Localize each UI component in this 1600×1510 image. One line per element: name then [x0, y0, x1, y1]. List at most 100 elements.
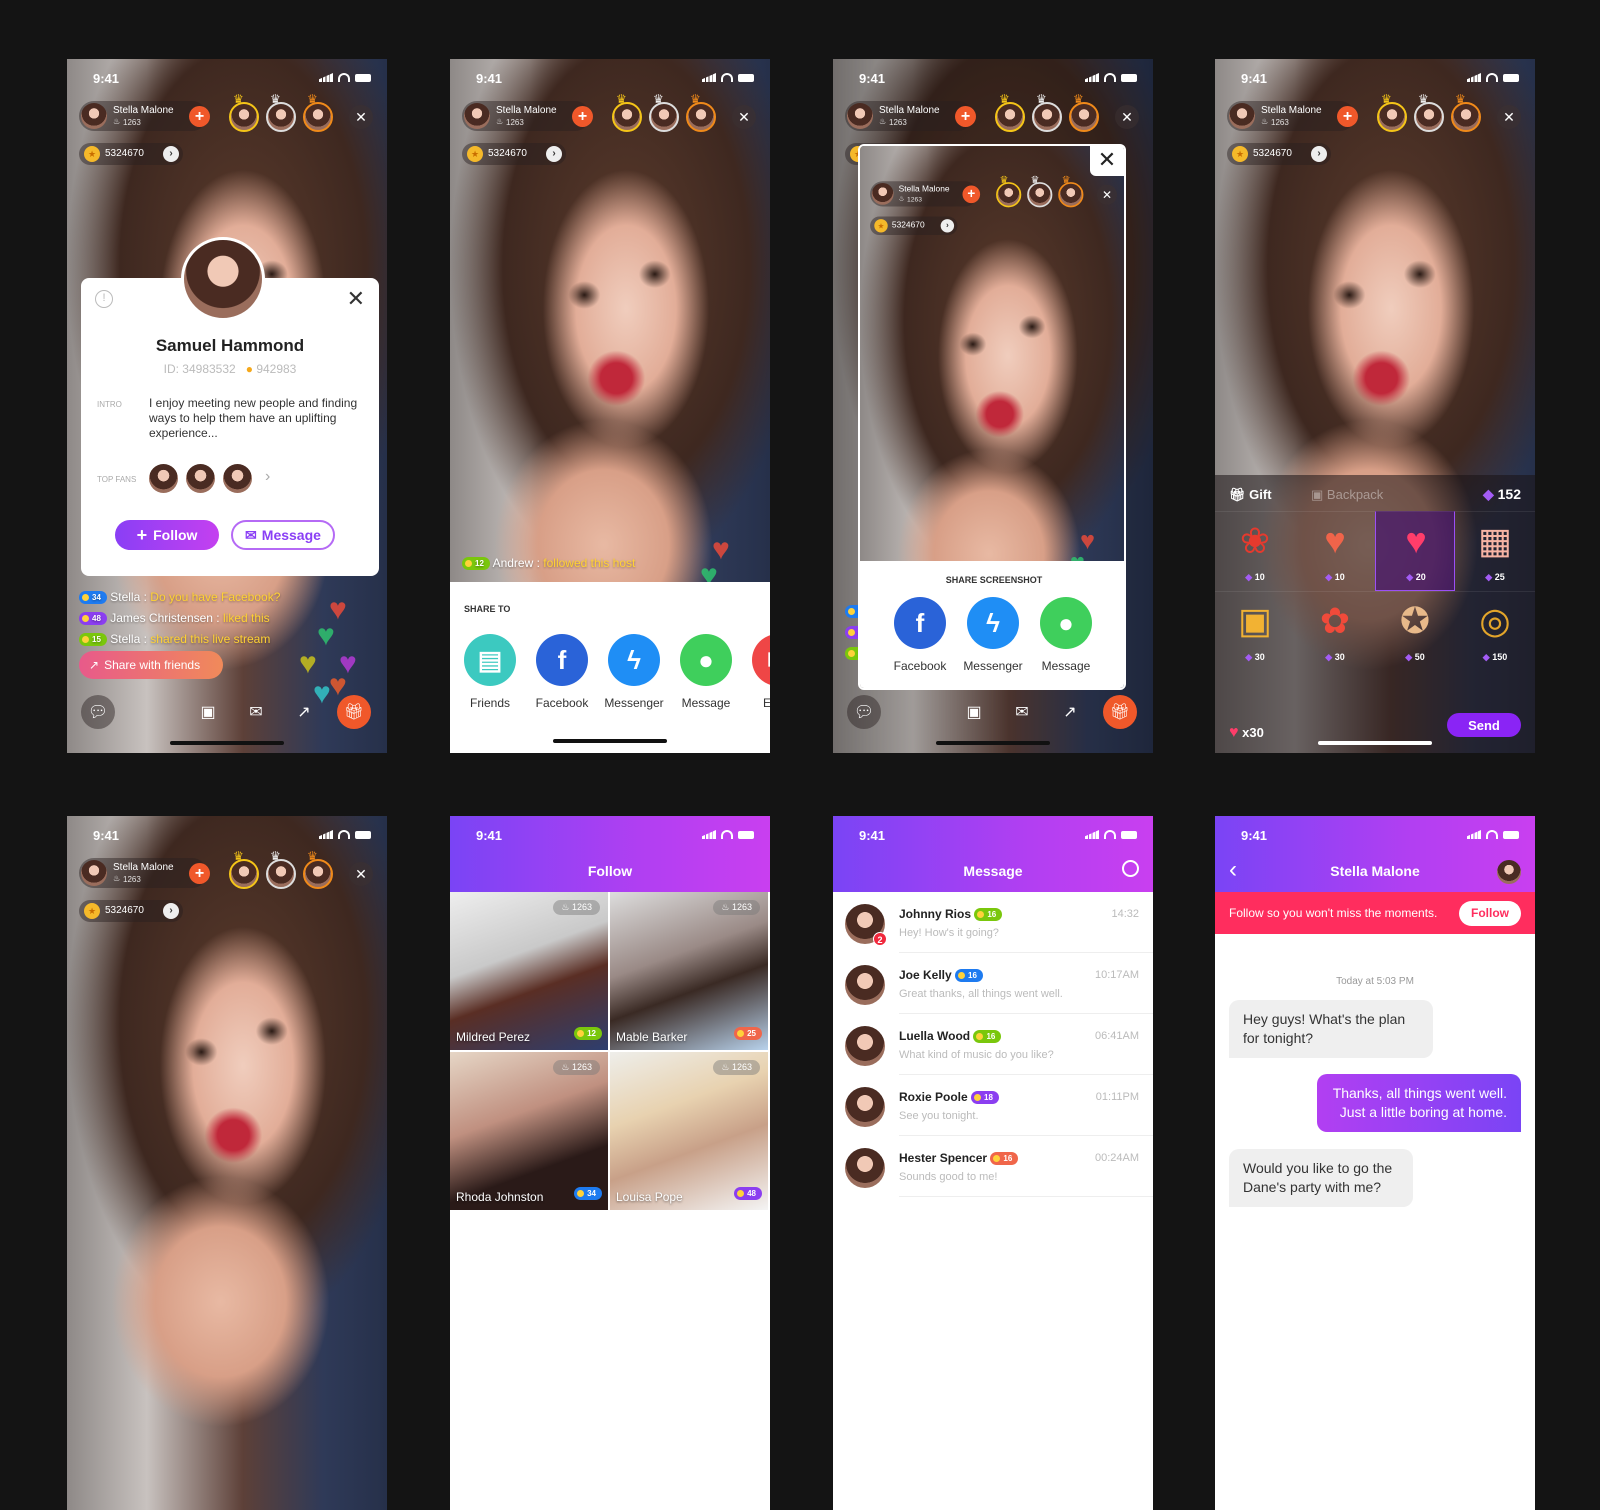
follow-host-button[interactable]: +: [189, 106, 210, 127]
facebook-share-button[interactable]: f: [894, 597, 946, 649]
coins-pill[interactable]: ★ 5324670 ›: [1227, 143, 1331, 165]
close-screenshot-button[interactable]: ✕: [1090, 144, 1124, 176]
share-button[interactable]: ↗: [1053, 695, 1087, 729]
gift-item[interactable]: ♥ ◆ 20: [1375, 511, 1455, 591]
top-fan-avatar[interactable]: ♛: [229, 92, 259, 132]
message-bubble-share-button[interactable]: ●: [1040, 597, 1092, 649]
conversation-row[interactable]: Joe Kelly 16 10:17AM Great thanks, all t…: [833, 953, 1153, 1014]
coins-pill[interactable]: ★ 5324670 ›: [462, 143, 566, 165]
top-fan-avatar[interactable]: ♛: [266, 92, 296, 132]
share-icon: ↗: [89, 658, 100, 672]
mail-button[interactable]: ✉: [1005, 695, 1039, 729]
host-info[interactable]: Stella Malone ♨ 1263: [870, 181, 978, 207]
close-live-button[interactable]: ✕: [349, 862, 373, 886]
conversation-row[interactable]: Roxie Poole 18 01:11PM See you tonight.: [833, 1075, 1153, 1136]
host-info[interactable]: Stella Malone ♨ 1263: [79, 858, 207, 888]
follow-host-button[interactable]: +: [189, 863, 210, 884]
gift-item[interactable]: ❀ ◆ 10: [1215, 511, 1295, 591]
messenger-share-button[interactable]: ϟ: [608, 634, 660, 686]
message-bubble-share-button[interactable]: ●: [680, 634, 732, 686]
tab-gift[interactable]: 🎁︎ Gift: [1229, 487, 1272, 503]
camera-button[interactable]: ▣: [191, 695, 225, 729]
top-fan-avatar[interactable]: [223, 464, 252, 493]
top-fan-avatar[interactable]: ♛: [1377, 92, 1407, 132]
streamer-card[interactable]: ♨ 1263 Mildred Perez 12: [450, 892, 608, 1050]
top-fan-avatar[interactable]: ♛: [303, 849, 333, 889]
host-info[interactable]: Stella Malone ♨ 1263: [845, 101, 973, 131]
close-live-button[interactable]: ✕: [1115, 105, 1139, 129]
follow-button[interactable]: + Follow: [115, 520, 219, 550]
contact-avatar[interactable]: [1497, 860, 1521, 884]
gift-item[interactable]: ✿ ◆ 30: [1295, 591, 1375, 671]
contacts-share-button[interactable]: ▤: [464, 634, 516, 686]
comment-text: shared this live stream: [150, 632, 271, 646]
conversation-row[interactable]: Hester Spencer 16 00:24AM Sounds good to…: [833, 1136, 1153, 1197]
top-fan-avatar[interactable]: ♛: [1414, 92, 1444, 132]
search-icon[interactable]: [1122, 860, 1139, 877]
top-fan-avatar[interactable]: ♛: [649, 92, 679, 132]
gift-button[interactable]: 🎁︎: [337, 695, 371, 729]
close-icon[interactable]: ✕: [347, 286, 365, 312]
top-fan-avatar[interactable]: [186, 464, 215, 493]
gift-item[interactable]: ◎ ◆ 150: [1455, 591, 1535, 671]
profile-card: ! ✕ Samuel Hammond ID: 34983532 ● 942983…: [81, 278, 379, 576]
share-with-friends-button[interactable]: ↗ Share with friends: [79, 651, 223, 679]
streamer-card[interactable]: ♨ 1263 Louisa Pope 48: [610, 1052, 768, 1210]
top-fan-avatar[interactable]: ♛: [612, 92, 642, 132]
top-fan-avatar[interactable]: ♛: [229, 849, 259, 889]
top-fan-avatar[interactable]: ♛: [266, 849, 296, 889]
message-button[interactable]: ✉ Message: [231, 520, 335, 550]
close-live-button[interactable]: ✕: [732, 105, 756, 129]
banner-follow-button[interactable]: Follow: [1459, 901, 1521, 926]
send-gift-button[interactable]: Send: [1447, 713, 1521, 737]
gift-button[interactable]: 🎁︎: [1103, 695, 1137, 729]
top-fan-avatar[interactable]: ♛: [303, 92, 333, 132]
conversation-row[interactable]: 2 Johnny Rios 16 14:32 Hey! How's it goi…: [833, 892, 1153, 953]
follow-host-button[interactable]: +: [955, 106, 976, 127]
tab-backpack[interactable]: ▣ Backpack: [1311, 487, 1383, 503]
back-chevron-icon[interactable]: ‹: [1229, 856, 1237, 884]
facebook-share-button[interactable]: f: [536, 634, 588, 686]
close-live-button[interactable]: ✕: [1096, 184, 1118, 205]
rose-icon: ❀: [1239, 520, 1271, 561]
chat-input-button[interactable]: 💬︎: [81, 695, 115, 729]
email-share-button[interactable]: ✉: [752, 634, 770, 686]
close-live-button[interactable]: ✕: [1497, 105, 1521, 129]
chat-input-button[interactable]: 💬︎: [847, 695, 881, 729]
follow-host-button[interactable]: +: [1337, 106, 1358, 127]
coins-pill[interactable]: ★ 5324670 ›: [870, 216, 958, 236]
gift-item[interactable]: ▦ ◆ 25: [1455, 511, 1535, 591]
conversation-row[interactable]: Luella Wood 16 06:41AM What kind of musi…: [833, 1014, 1153, 1075]
mail-button[interactable]: ✉: [239, 695, 273, 729]
gift-item[interactable]: ♥ ◆ 10: [1295, 511, 1375, 591]
close-live-button[interactable]: ✕: [349, 105, 373, 129]
host-info[interactable]: Stella Malone ♨ 1263: [1227, 101, 1355, 131]
host-info[interactable]: Stella Malone ♨ 1263: [462, 101, 590, 131]
chevron-right-icon[interactable]: ›: [265, 468, 270, 486]
battery-icon: [1121, 830, 1137, 839]
status-time: 9:41: [93, 828, 120, 843]
report-icon[interactable]: !: [95, 290, 113, 308]
streamer-card[interactable]: ♨ 1263 Rhoda Johnston 34: [450, 1052, 608, 1210]
messenger-share-button[interactable]: ϟ: [967, 597, 1019, 649]
top-fan-avatar[interactable]: ♛: [995, 92, 1025, 132]
follow-host-button[interactable]: +: [572, 106, 593, 127]
top-fan-avatar[interactable]: ♛: [1058, 174, 1084, 208]
follow-host-button[interactable]: +: [962, 185, 981, 204]
top-fan-avatar[interactable]: ♛: [1451, 92, 1481, 132]
gift-item[interactable]: ✪ ◆ 50: [1375, 591, 1455, 671]
coins-pill[interactable]: ★ 5324670 ›: [79, 900, 183, 922]
share-button[interactable]: ↗: [287, 695, 321, 729]
top-fan-avatar[interactable]: [149, 464, 178, 493]
streamer-card[interactable]: ♨ 1263 Mable Barker 25: [610, 892, 768, 1050]
gift-item[interactable]: ▣ ◆ 30: [1215, 591, 1295, 671]
coins-pill[interactable]: ★ 5324670 ›: [79, 143, 183, 165]
top-fan-avatar[interactable]: ♛: [1069, 92, 1099, 132]
top-fan-avatar[interactable]: ♛: [1032, 92, 1062, 132]
host-info[interactable]: Stella Malone ♨ 1263: [79, 101, 207, 131]
top-fan-avatar[interactable]: ♛: [1027, 174, 1053, 208]
top-fan-avatar[interactable]: ♛: [996, 174, 1022, 208]
top-fan-avatar[interactable]: ♛: [686, 92, 716, 132]
wifi-icon: [721, 73, 733, 82]
camera-button[interactable]: ▣: [957, 695, 991, 729]
